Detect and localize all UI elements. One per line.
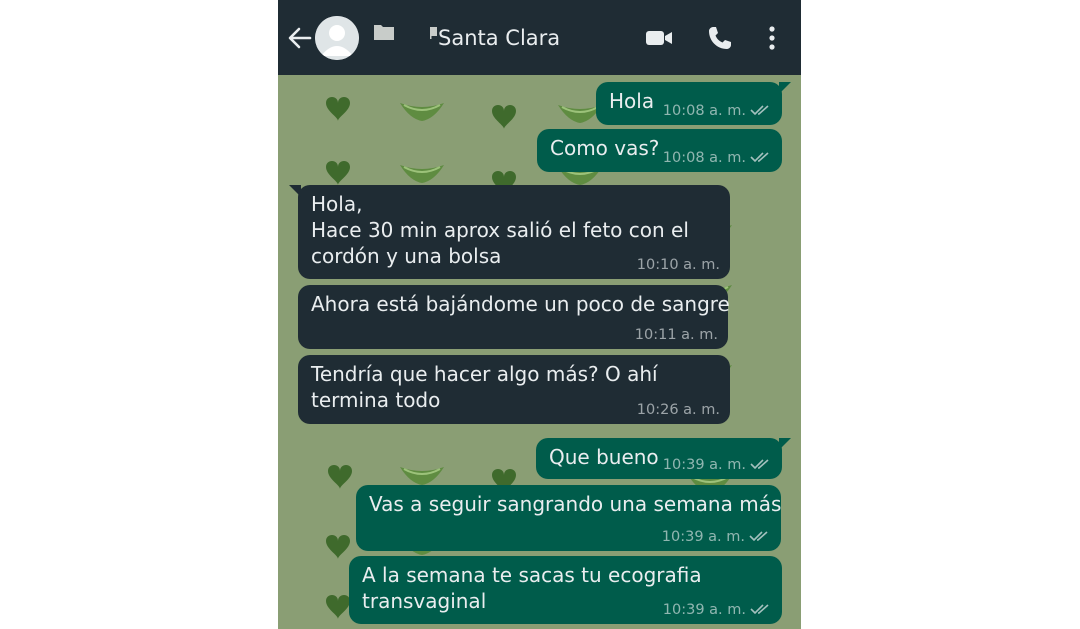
double-check-icon [750,152,769,163]
double-check-icon [750,105,769,116]
message-time: 10:11 a. m. [634,327,718,343]
double-check-icon [749,531,768,542]
bubble-tail [779,438,791,450]
avatar[interactable] [315,16,359,60]
message-time: 10:08 a. m. [662,103,746,119]
bubble-tail [289,185,301,197]
phone-screen: Santa Clara Hola 10:08 a. m. Como vas? 1… [278,0,801,629]
message-time: 10:08 a. m. [662,150,746,166]
message-bubble-outgoing[interactable]: Como vas? 10:08 a. m. [537,129,782,172]
message-time: 10:10 a. m. [636,257,720,273]
message-meta: 10:08 a. m. [663,103,772,119]
message-time: 10:39 a. m. [662,602,746,618]
message-meta: 10:39 a. m. [662,529,771,545]
message-time: 10:26 a. m. [636,402,720,418]
video-call-icon[interactable] [644,24,674,52]
message-meta: 10:39 a. m. [663,457,772,473]
back-arrow-icon[interactable] [286,24,314,52]
message-bubble-outgoing[interactable]: A la semana te sacas tu ecografia transv… [349,556,782,624]
more-vert-icon[interactable] [765,24,779,52]
message-bubble-incoming[interactable]: Ahora está bajándome un poco de sangre 1… [298,285,730,349]
message-bubble-outgoing[interactable]: Hola 10:08 a. m. [596,82,791,125]
message-text: Ahora está bajándome un poco de sangre [311,292,730,316]
message-meta: 10:39 a. m. [663,602,772,618]
message-text: A la semana te sacas tu ecografia transv… [362,563,702,613]
folder-icon [374,25,394,40]
message-bubble-outgoing[interactable]: Que bueno 10:39 a. m. [536,438,791,479]
message-text: Que bueno [549,445,659,469]
message-text: Hola [609,89,655,113]
double-check-icon [750,459,769,470]
double-check-icon [750,604,769,615]
message-time: 10:39 a. m. [661,529,745,545]
phone-icon[interactable] [706,24,734,52]
message-text: Vas a seguir sangrando una semana más [369,492,782,516]
message-text: Como vas? [550,136,660,160]
chat-header: Santa Clara [278,0,801,75]
message-bubble-incoming[interactable]: Hola, Hace 30 min aprox salió el feto co… [289,185,730,279]
avatar-icon [315,16,359,60]
contact-name[interactable]: Santa Clara [438,24,560,52]
message-bubble-outgoing[interactable]: Vas a seguir sangrando una semana más 10… [356,485,781,551]
bubble-tail [779,82,791,94]
message-meta: 10:08 a. m. [663,150,772,166]
message-time: 10:39 a. m. [662,457,746,473]
flag-icon [430,27,437,39]
message-bubble-incoming[interactable]: Tendría que hacer algo más? O ahí termin… [298,355,730,424]
message-text: Hola, Hace 30 min aprox salió el feto co… [311,192,689,268]
message-text: Tendría que hacer algo más? O ahí termin… [311,362,658,412]
